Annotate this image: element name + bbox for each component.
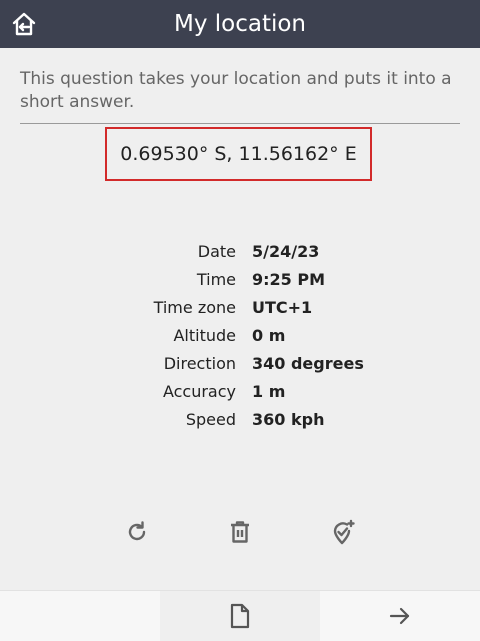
coordinates-text: 0.69530° S, 11.56162° E bbox=[120, 143, 357, 165]
detail-label: Time zone bbox=[153, 298, 236, 317]
detail-label: Time bbox=[196, 270, 236, 289]
bottom-navigation bbox=[0, 590, 480, 641]
detail-label: Accuracy bbox=[162, 382, 236, 401]
refresh-icon bbox=[128, 521, 146, 541]
divider bbox=[20, 123, 460, 124]
detail-row-altitude: Altitude 0 m bbox=[0, 322, 480, 350]
question-hint: This question takes your location and pu… bbox=[20, 69, 452, 112]
coordinates-display: 0.69530° S, 11.56162° E bbox=[105, 127, 372, 181]
location-details: Date 5/24/23 Time 9:25 PM Time zone UTC+… bbox=[0, 238, 480, 434]
page-title: My location bbox=[173, 11, 307, 37]
detail-row-date: Date 5/24/23 bbox=[0, 238, 480, 266]
next-button[interactable] bbox=[320, 591, 480, 641]
arrow-right-icon bbox=[389, 607, 410, 625]
detail-row-accuracy: Accuracy 1 m bbox=[0, 378, 480, 406]
detail-value: 360 kph bbox=[252, 410, 325, 429]
refresh-button[interactable] bbox=[120, 515, 154, 549]
detail-value: 9:25 PM bbox=[252, 270, 326, 289]
location-pick-icon bbox=[333, 519, 355, 545]
location-actions bbox=[0, 515, 480, 549]
detail-value: 5/24/23 bbox=[252, 242, 320, 261]
app-header: My location bbox=[0, 0, 480, 48]
detail-label: Date bbox=[197, 242, 236, 261]
pick-location-button[interactable] bbox=[326, 515, 360, 549]
detail-row-time: Time 9:25 PM bbox=[0, 266, 480, 294]
delete-button[interactable] bbox=[223, 515, 257, 549]
detail-label: Direction bbox=[163, 354, 236, 373]
detail-value: 0 m bbox=[252, 326, 286, 345]
detail-row-direction: Direction 340 degrees bbox=[0, 350, 480, 378]
detail-value: 1 m bbox=[252, 382, 286, 401]
detail-label: Speed bbox=[185, 410, 236, 429]
detail-row-speed: Speed 360 kph bbox=[0, 406, 480, 434]
jump-to-button[interactable] bbox=[160, 591, 320, 641]
detail-label: Altitude bbox=[173, 326, 236, 345]
detail-value: 340 degrees bbox=[252, 354, 364, 373]
detail-row-timezone: Time zone UTC+1 bbox=[0, 294, 480, 322]
document-icon bbox=[230, 603, 250, 629]
delete-icon bbox=[231, 521, 249, 543]
detail-value: UTC+1 bbox=[252, 298, 313, 317]
